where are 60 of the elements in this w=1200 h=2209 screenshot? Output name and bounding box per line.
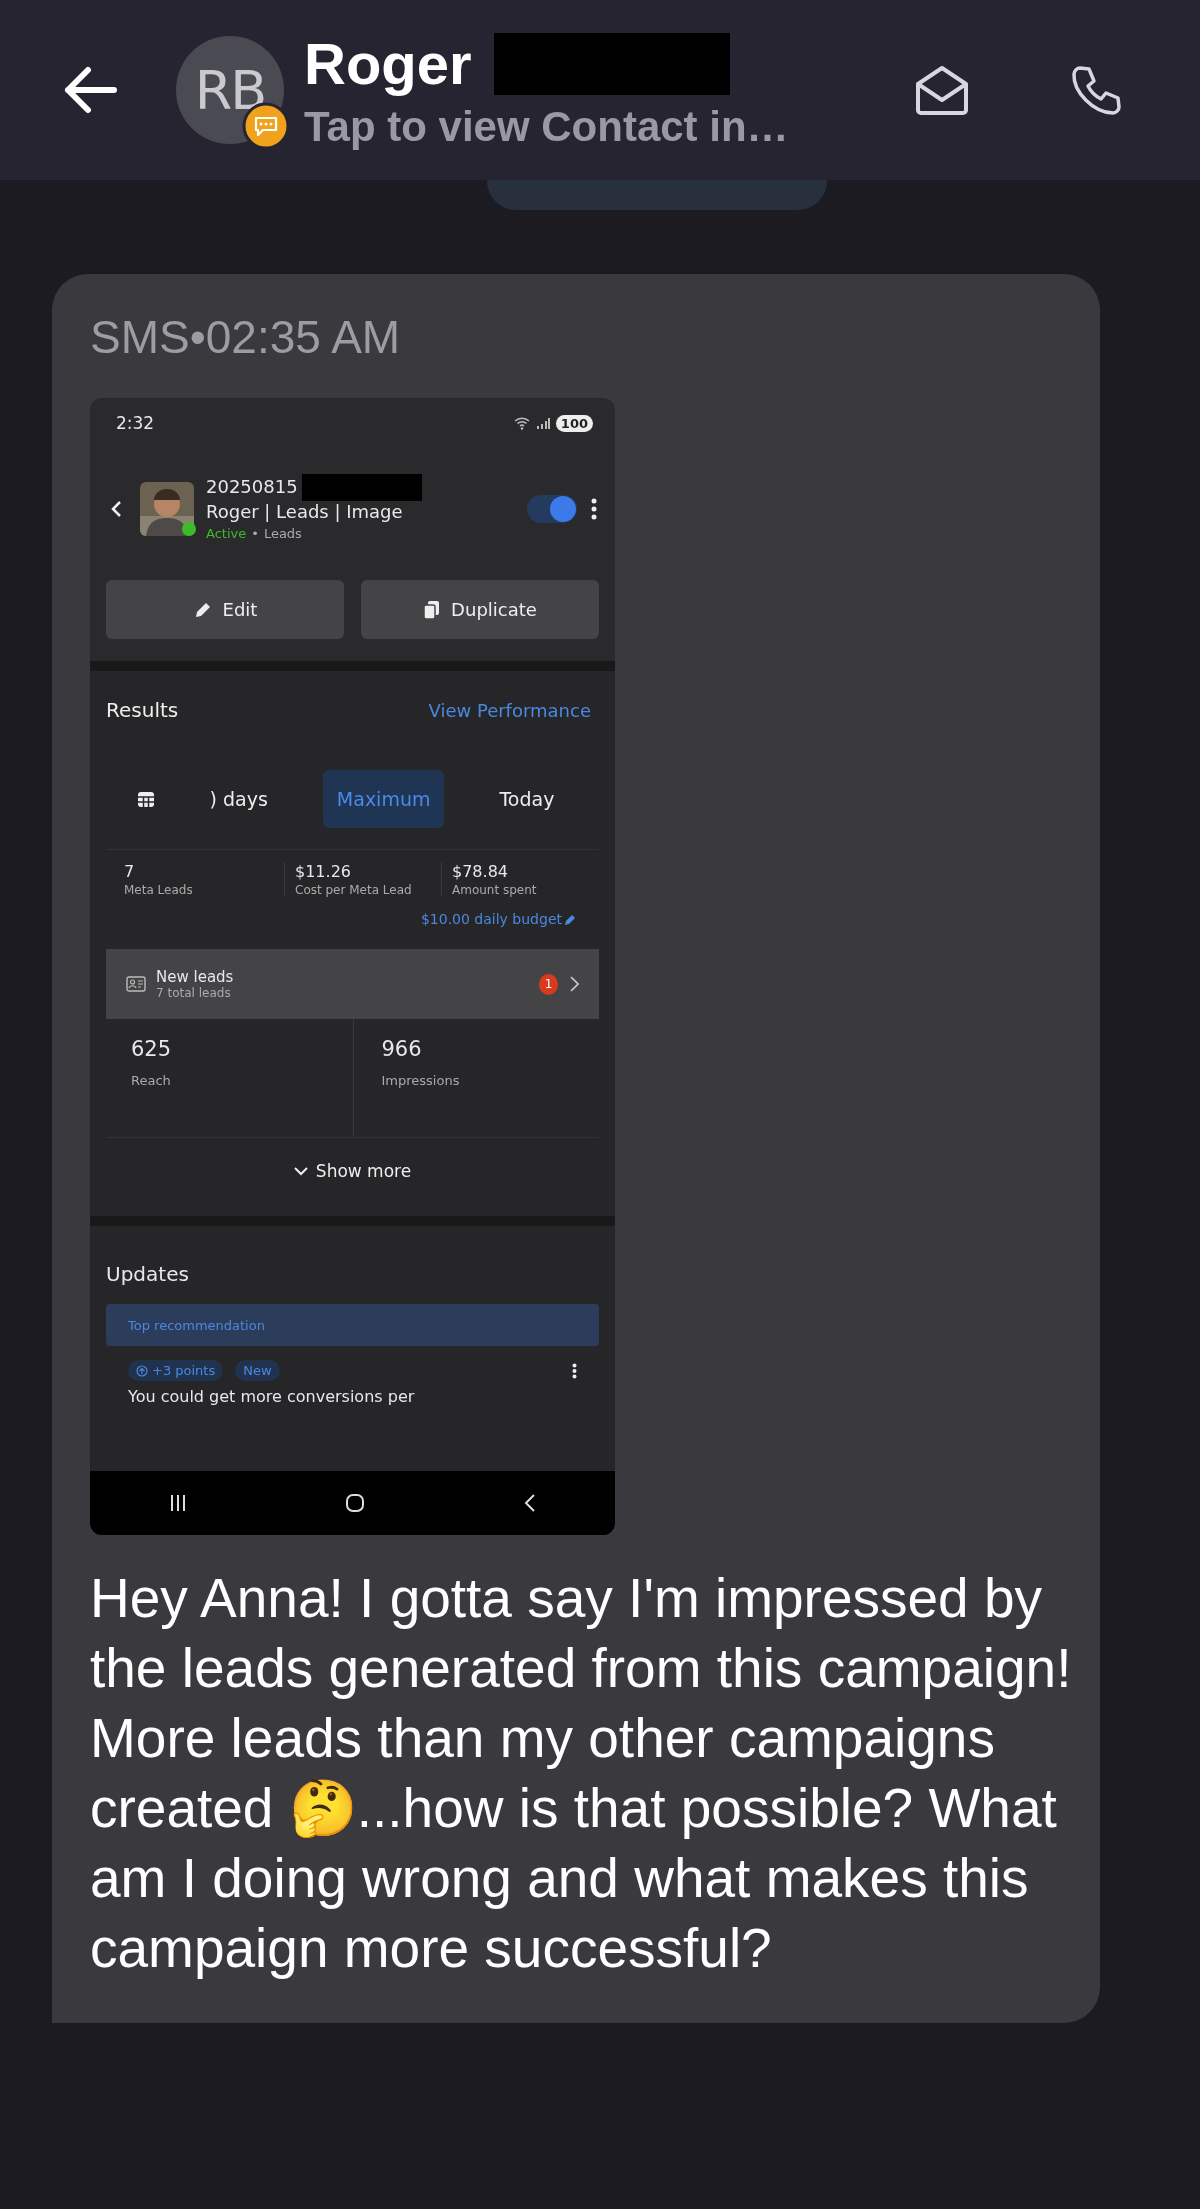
show-more-button[interactable]: Show more xyxy=(106,1138,599,1204)
daily-budget-link[interactable]: $10.00 daily budget xyxy=(420,911,562,927)
screenshot-attachment[interactable] xyxy=(90,398,615,1535)
stat-value: $78.84 xyxy=(452,862,509,881)
back-icon[interactable] xyxy=(62,66,118,114)
tag-chip: +3 points xyxy=(128,1360,224,1381)
view-performance-link[interactable]: View Performance xyxy=(428,699,591,721)
chevron-down-icon xyxy=(293,1166,308,1176)
contact-card-icon xyxy=(126,976,146,992)
status-label: Active xyxy=(206,524,247,543)
edit-icon xyxy=(564,912,577,926)
stat-label: Meta Leads xyxy=(124,883,194,897)
battery-level: 100 xyxy=(555,414,593,432)
metric-label: Impressions xyxy=(381,1073,461,1088)
campaign-name: Roger | Leads | Image xyxy=(206,500,404,523)
stat-label: Amount spent xyxy=(452,883,538,897)
more-icon xyxy=(572,1362,577,1379)
new-leads-count: 7 total leads xyxy=(156,986,232,1000)
recommendation-banner: Top recommendation xyxy=(106,1304,599,1346)
message-text: Hey Anna! I gotta say I'm impressed by the leads generated from this campaign! More leads than my other campaigns created 🤔...how is that possible? What am I doing wrong and what makes this campaign more successful? xyxy=(90,1566,1073,1981)
contact-subtitle[interactable]: Tap to view Contact in… xyxy=(304,103,789,151)
mail-icon[interactable] xyxy=(914,64,970,116)
home-icon[interactable] xyxy=(344,1493,365,1513)
phone-icon[interactable] xyxy=(1070,64,1122,116)
campaign-type: Leads xyxy=(263,524,302,543)
campaign-toggle[interactable] xyxy=(527,495,577,523)
stat-label: Cost per Meta Lead xyxy=(295,883,413,897)
wifi-icon xyxy=(513,416,530,430)
action-button[interactable]: Duplicate xyxy=(361,580,599,639)
back-icon[interactable] xyxy=(110,500,122,518)
metric-label: Reach xyxy=(131,1073,172,1088)
section-title: Updates xyxy=(106,1262,190,1286)
metric-value: 625 xyxy=(131,1037,173,1061)
new-leads-row[interactable]: New leads 7 total leads 1 xyxy=(106,949,599,1019)
campaign-id: 20250815 xyxy=(206,476,298,498)
status-dot xyxy=(182,522,196,536)
date-range-tab[interactable]: Today xyxy=(485,770,569,828)
recents-icon[interactable] xyxy=(169,1494,186,1512)
arrow-up-icon xyxy=(136,1364,148,1377)
status-time: 2:32 xyxy=(116,413,155,433)
new-leads-title: New leads xyxy=(156,968,234,986)
stat-value: $11.26 xyxy=(295,862,352,881)
bullet-separator: • xyxy=(251,524,259,543)
calendar-icon xyxy=(136,790,155,808)
metric-value: 966 xyxy=(381,1037,423,1061)
recommendation-text: You could get more conversions per xyxy=(128,1387,416,1406)
date-range-tab[interactable]: ) days xyxy=(195,770,282,828)
message-meta: SMS•02:35 AM xyxy=(90,310,402,364)
copy-icon xyxy=(423,599,442,620)
action-button[interactable]: Edit xyxy=(106,580,344,639)
tag-chip: New xyxy=(235,1360,280,1381)
notification-badge: 1 xyxy=(539,973,558,995)
contact-name[interactable]: Roger xyxy=(304,29,472,99)
section-title: Results xyxy=(106,698,179,722)
more-icon[interactable] xyxy=(591,498,597,520)
chevron-right-icon xyxy=(570,976,579,992)
back-icon[interactable] xyxy=(523,1493,536,1513)
stat-value: 7 xyxy=(124,862,136,881)
date-range-tab[interactable]: Maximum xyxy=(322,770,445,828)
signal-icon xyxy=(535,416,550,430)
